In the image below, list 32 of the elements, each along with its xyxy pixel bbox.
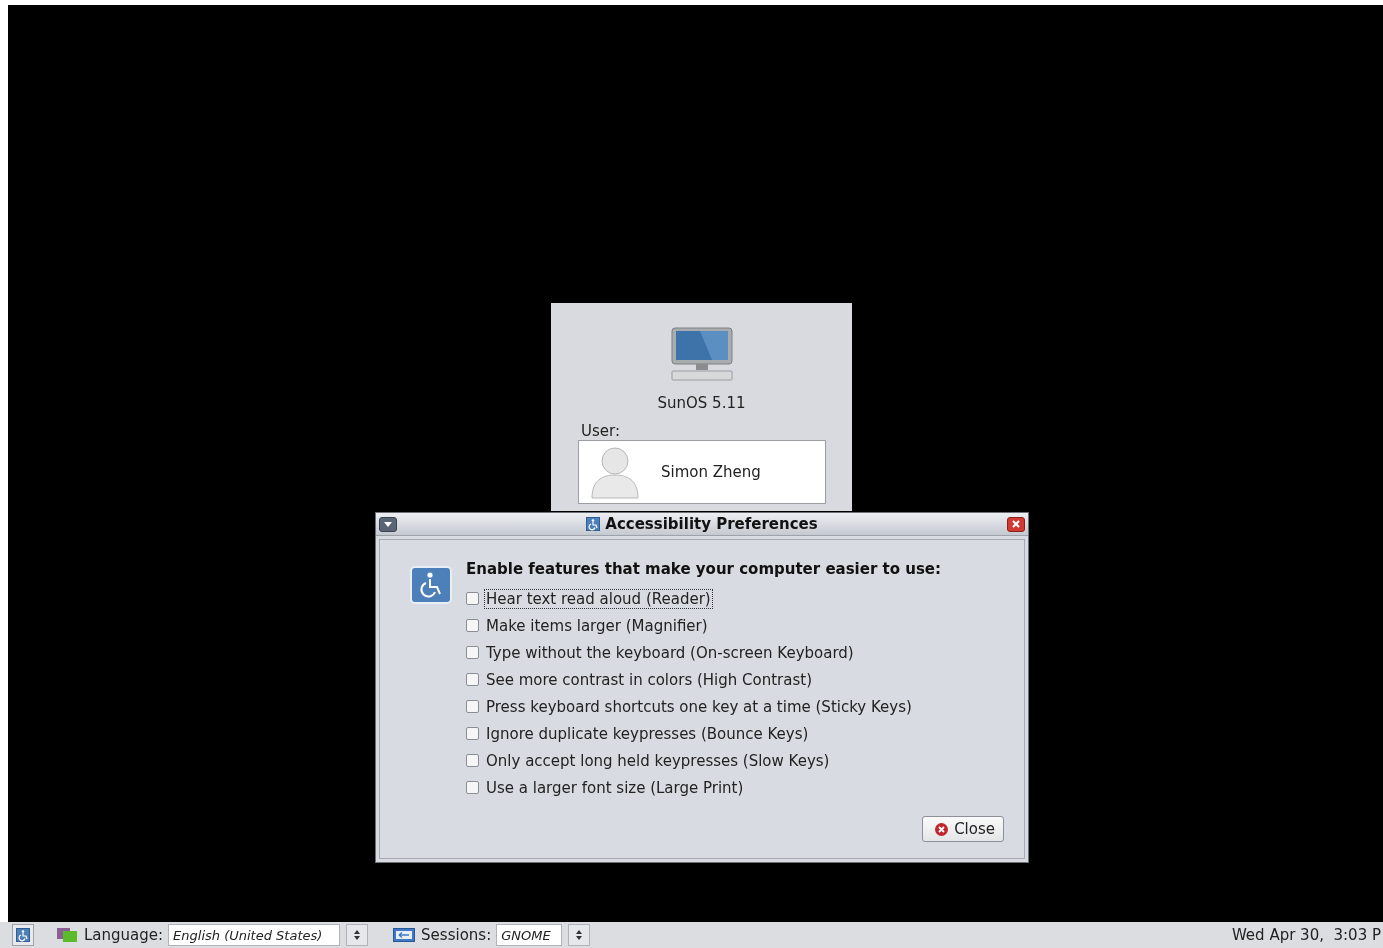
session-icon bbox=[393, 928, 416, 942]
window-title: Accessibility Preferences bbox=[605, 515, 818, 533]
dialog-heading: Enable features that make your computer easier to use: bbox=[466, 560, 942, 578]
close-icon[interactable] bbox=[1007, 516, 1025, 532]
clock: Wed Apr 30, 3:03 P bbox=[1231, 926, 1381, 944]
checkbox-option[interactable]: Ignore duplicate keypresses (Bounce Keys) bbox=[466, 720, 942, 747]
user-label: User: bbox=[581, 422, 620, 440]
checkbox-option[interactable]: Hear text read aloud (Reader) bbox=[466, 585, 942, 612]
checkbox-option[interactable]: Only accept long held keypresses (Slow Keys) bbox=[466, 747, 942, 774]
language-flags-icon bbox=[56, 927, 78, 943]
checkbox-option[interactable]: See more contrast in colors (High Contrast) bbox=[466, 666, 942, 693]
sessions-label: Sessions: bbox=[421, 926, 492, 944]
cross-icon bbox=[1012, 520, 1020, 528]
checkbox-option[interactable]: Press keyboard shortcuts one key at a time (Sticky Keys) bbox=[466, 693, 942, 720]
spinner-arrows-icon bbox=[576, 930, 583, 940]
spinner-arrows-icon bbox=[354, 930, 361, 940]
wheelchair-icon bbox=[16, 928, 30, 942]
computer-icon bbox=[669, 326, 734, 382]
window-menu-button[interactable] bbox=[379, 516, 397, 532]
wheelchair-icon bbox=[410, 566, 452, 604]
accessibility-button[interactable] bbox=[12, 924, 34, 946]
caret-icon bbox=[384, 521, 392, 527]
user-list-item[interactable]: Simon Zheng bbox=[578, 440, 826, 504]
checkbox-option[interactable]: Use a larger font size (Large Print) bbox=[466, 774, 942, 801]
host-name: SunOS 5.11 bbox=[657, 394, 746, 412]
accessibility-icon bbox=[586, 517, 601, 531]
cancel-icon bbox=[935, 822, 949, 836]
language-label: Language: bbox=[84, 926, 164, 944]
user-avatar-icon bbox=[589, 444, 641, 500]
checkbox-option[interactable]: Make items larger (Magnifier) bbox=[466, 612, 942, 639]
close-button[interactable]: Close bbox=[922, 816, 1004, 842]
checkbox-option[interactable]: Type without the keyboard (On-screen Keyboard) bbox=[466, 639, 942, 666]
